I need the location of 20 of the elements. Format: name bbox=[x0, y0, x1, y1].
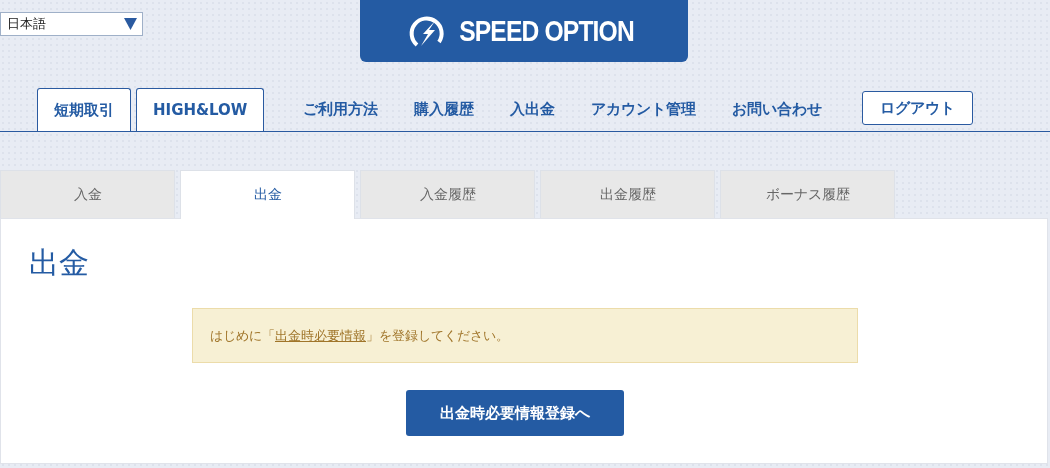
logo[interactable]: SPEED OPTION bbox=[360, 0, 688, 62]
caret-icon bbox=[124, 18, 137, 30]
notice-text: はじめに「出金時必要情報」を登録してください。 bbox=[210, 326, 509, 345]
nav-link[interactable]: お問い合わせ bbox=[714, 88, 841, 131]
tab[interactable]: 出金履歴 bbox=[540, 170, 715, 218]
nav-tab[interactable]: 短期取引 bbox=[37, 88, 131, 131]
nav-tab[interactable]: HIGH&LOW bbox=[136, 88, 265, 131]
page-title: 出金 bbox=[29, 245, 90, 281]
nav-link[interactable]: 入出金 bbox=[492, 88, 574, 131]
logout-button[interactable]: ログアウト bbox=[862, 91, 974, 125]
tab[interactable]: 入金履歴 bbox=[360, 170, 535, 218]
nav-link[interactable]: 購入履歴 bbox=[396, 88, 493, 131]
notice-link[interactable]: 出金時必要情報 bbox=[275, 327, 366, 343]
register-button[interactable]: 出金時必要情報登録へ bbox=[406, 390, 624, 436]
nav-link[interactable]: ご利用方法 bbox=[285, 88, 397, 131]
tab[interactable]: ボーナス履歴 bbox=[720, 170, 895, 218]
tab[interactable]: 入金 bbox=[0, 170, 175, 218]
tab[interactable]: 出金 bbox=[180, 170, 355, 219]
nav-link[interactable]: アカウント管理 bbox=[573, 88, 715, 131]
language-select[interactable]: 日本語 bbox=[0, 12, 143, 36]
